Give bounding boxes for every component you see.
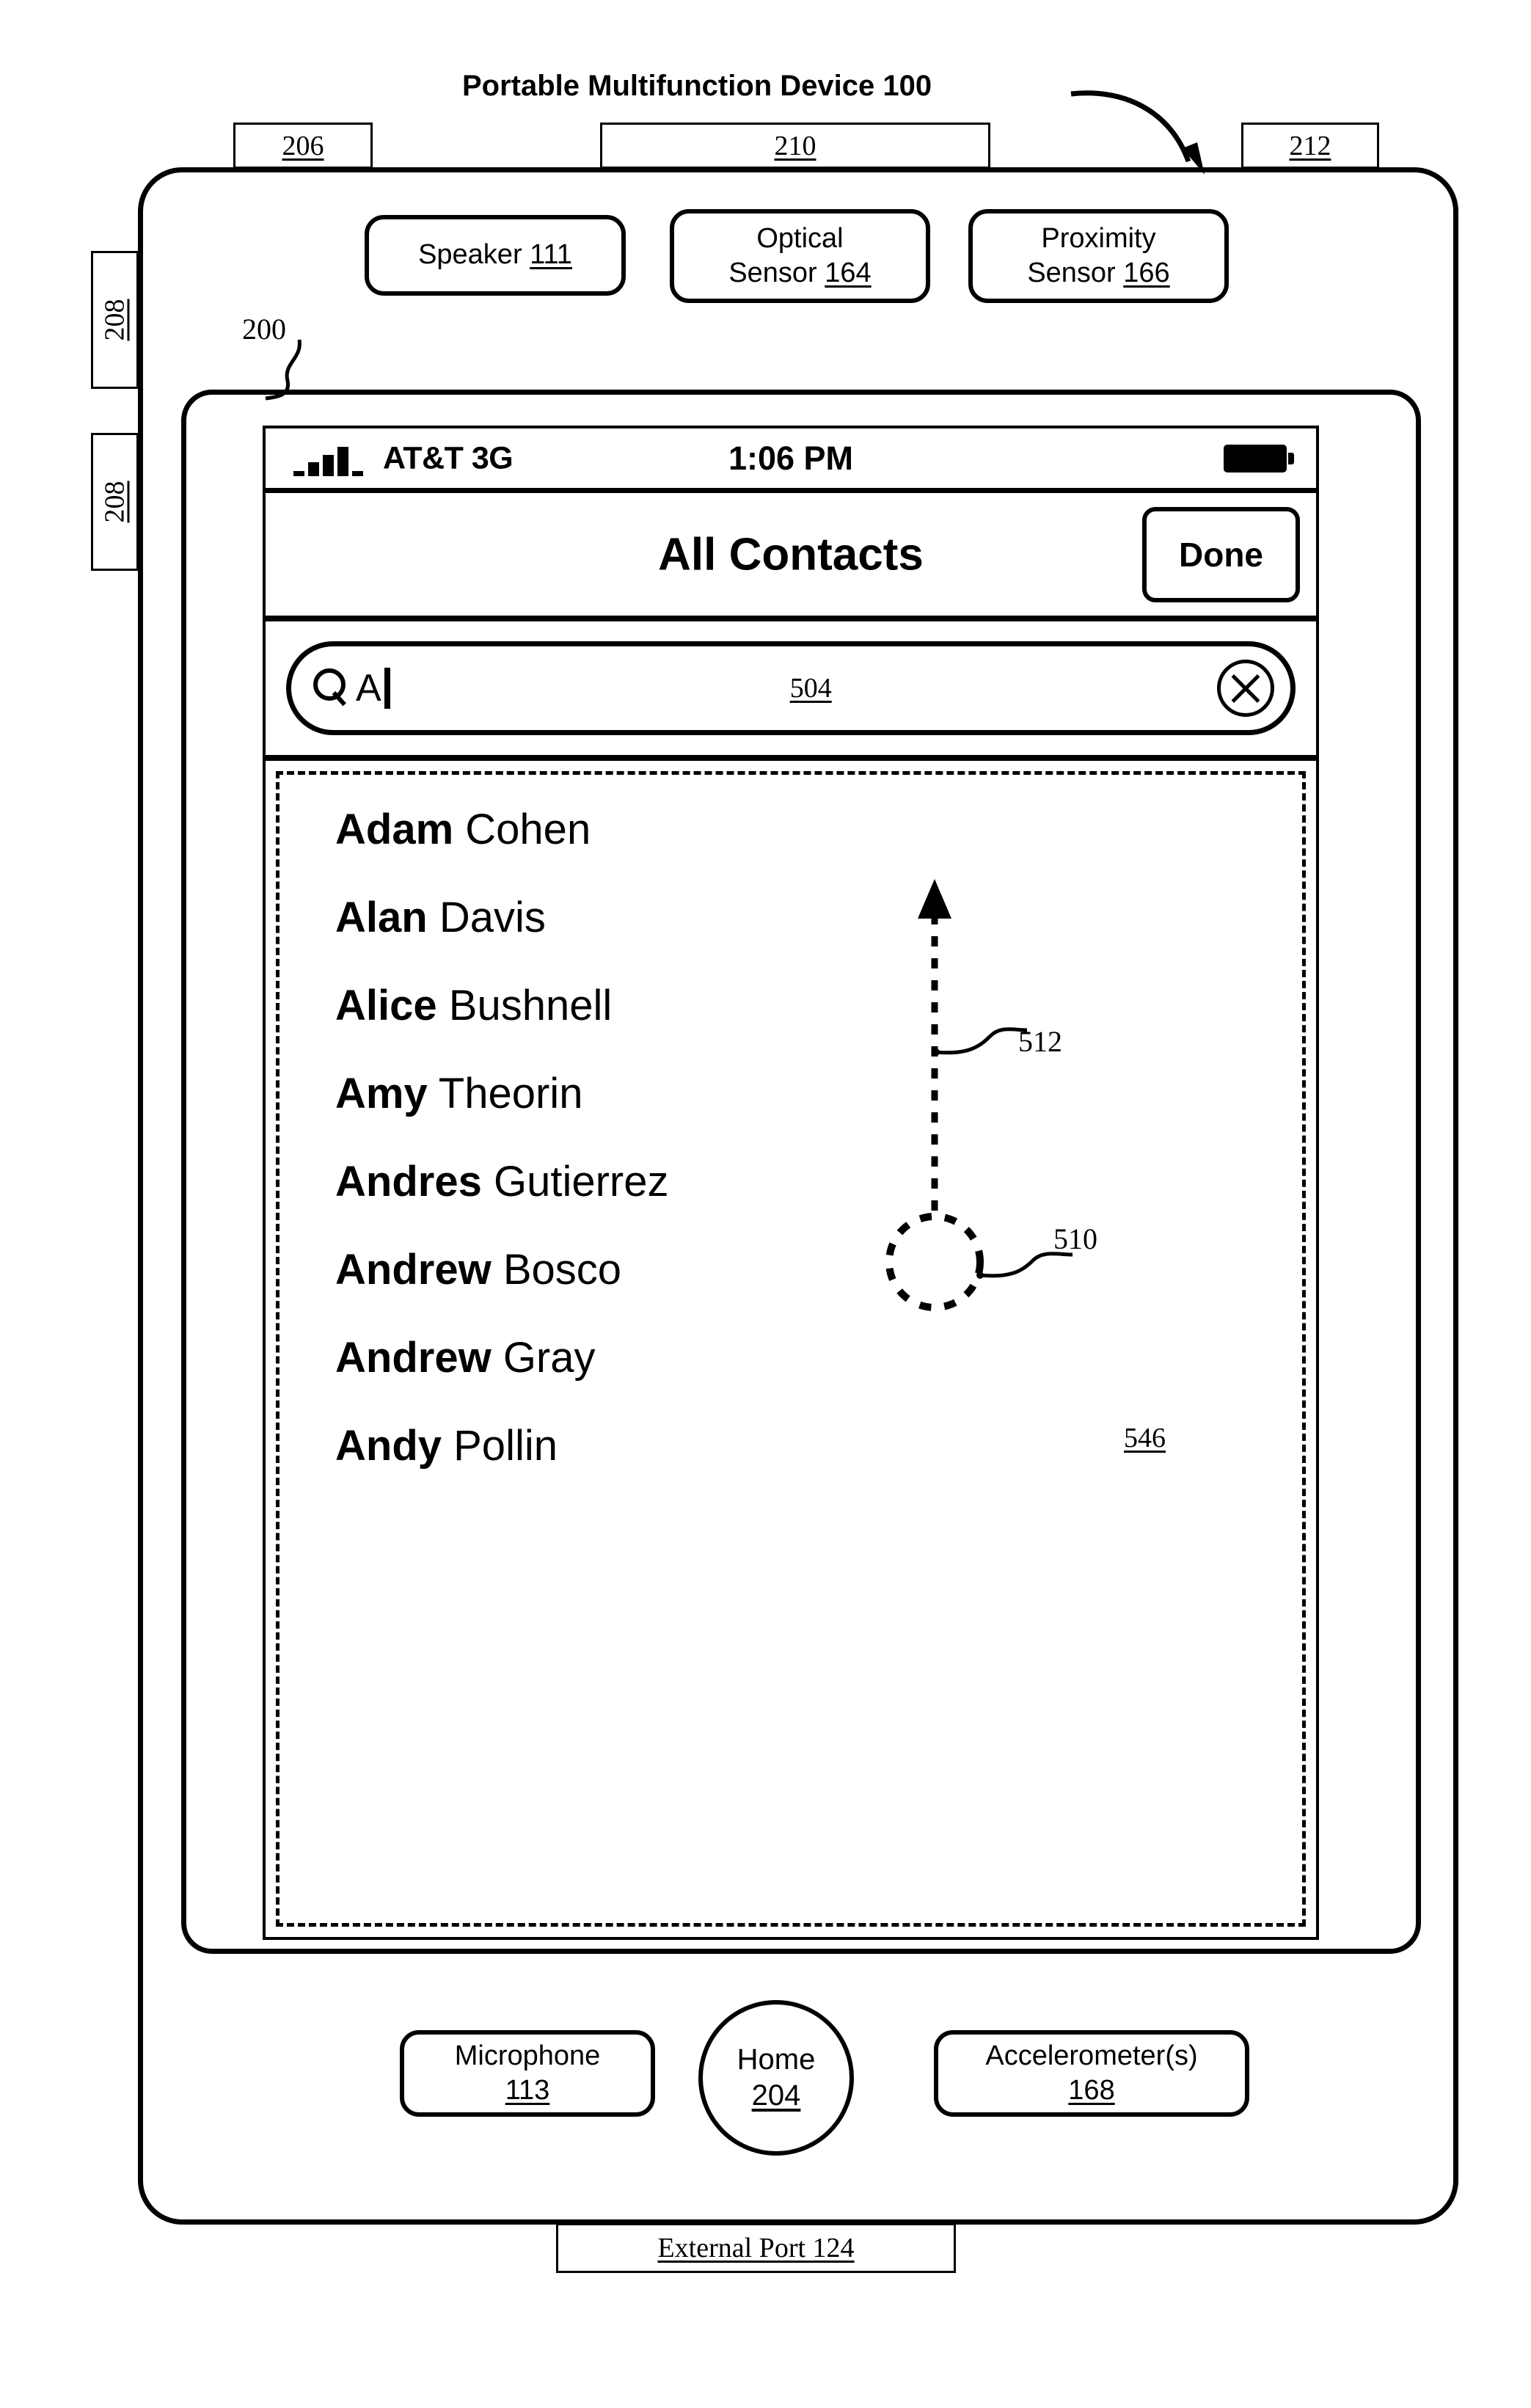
microphone-name: Microphone [454,2040,601,2071]
contact-first-name: Alan [335,894,428,941]
patent-figure: Portable Multifunction Device 100 206 21… [0,0,1531,2408]
callout-206-label: 206 [282,130,324,161]
contact-last-name: Bushnell [448,982,613,1029]
search-area: A 504 [266,621,1316,761]
text-caret-icon [384,668,390,709]
contact-first-name: Andrew [335,1334,492,1382]
contact-last-name: Theorin [438,1070,583,1117]
contact-last-name: Bosco [503,1246,622,1294]
accelerometer-ref: 168 [1068,2075,1115,2106]
contact-last-name: Davis [439,894,546,941]
callout-208-upper: 208 [91,251,139,389]
callout-210-label: 210 [774,130,816,161]
done-button[interactable]: Done [1142,506,1300,602]
home-button[interactable]: Home 204 [698,2000,854,2156]
page-title: All Contacts [658,529,924,580]
battery-full-icon [1224,444,1294,473]
contact-first-name: Amy [335,1070,428,1117]
speaker-label: Speaker 111 [365,215,626,296]
contact-first-name: Andy [335,1422,442,1470]
search-icon [313,668,353,708]
external-port-label: External Port 124 [556,2223,956,2273]
callout-212-label: 212 [1289,130,1331,161]
leader-512-icon [935,1027,1028,1055]
proximity-sensor-ref: 166 [1123,258,1170,288]
search-input[interactable]: A 504 [286,641,1296,735]
status-time: 1:06 PM [728,439,854,477]
callout-208-lower: 208 [91,433,139,571]
figure-title: Portable Multifunction Device 100 [462,70,932,102]
optical-sensor-label: Optical Sensor 164 [670,209,930,303]
contact-last-name: Gutierrez [493,1158,669,1205]
callout-208-upper-label: 208 [99,299,131,341]
contact-last-name: Cohen [465,806,591,853]
callout-206: 206 [233,123,373,169]
callout-208-lower-label: 208 [99,481,131,523]
search-input-value: A [356,667,381,709]
callout-210: 210 [600,123,990,169]
microphone-label: Microphone 113 [400,2030,655,2117]
speaker-ref: 111 [530,239,572,271]
contact-first-name: Alice [335,982,437,1029]
list-item[interactable]: Adam Cohen [335,809,1302,851]
microphone-ref: 113 [505,2075,550,2106]
leader-510-icon [979,1252,1073,1278]
contact-last-name: Gray [503,1334,596,1382]
speaker-name: Speaker [418,239,522,271]
navigation-bar: All Contacts Done [266,493,1316,621]
contact-first-name: Andrew [335,1246,492,1294]
proximity-sensor-line2: Sensor [1027,258,1116,288]
carrier-label: AT&T 3G [383,440,514,475]
signal-bars-icon [293,447,363,476]
proximity-sensor-label: Proximity Sensor 166 [968,209,1229,303]
list-item[interactable]: Andrew Gray [335,1337,1302,1379]
contact-row-ref-label: 546 [1124,1423,1166,1453]
swipe-arrow-icon [918,879,951,1211]
gesture-annotation [885,879,1073,1311]
clear-circle-x-icon[interactable] [1217,660,1274,717]
status-bar: AT&T 3G 1:06 PM [266,428,1316,493]
touchscreen-leader-icon [265,339,302,401]
contact-first-name: Andres [335,1158,482,1205]
optical-sensor-line1: Optical [756,222,844,254]
optical-sensor-line2: Sensor [728,258,817,288]
contact-first-name: Adam [335,806,454,853]
title-leader-arrow-icon [1070,90,1205,175]
optical-sensor-ref: 164 [825,258,872,288]
contact-last-name: Pollin [453,1422,558,1470]
proximity-sensor-line1: Proximity [1041,222,1156,254]
home-button-label: Home [737,2043,816,2076]
external-port-text: External Port 124 [657,2233,855,2263]
accelerometer-name: Accelerometer(s) [985,2040,1198,2071]
accelerometer-label: Accelerometer(s) 168 [934,2030,1249,2117]
callout-212: 212 [1241,123,1379,169]
search-field-ref-label: 504 [789,673,832,704]
finger-contact-icon [885,1213,984,1311]
home-button-ref: 204 [751,2079,801,2112]
